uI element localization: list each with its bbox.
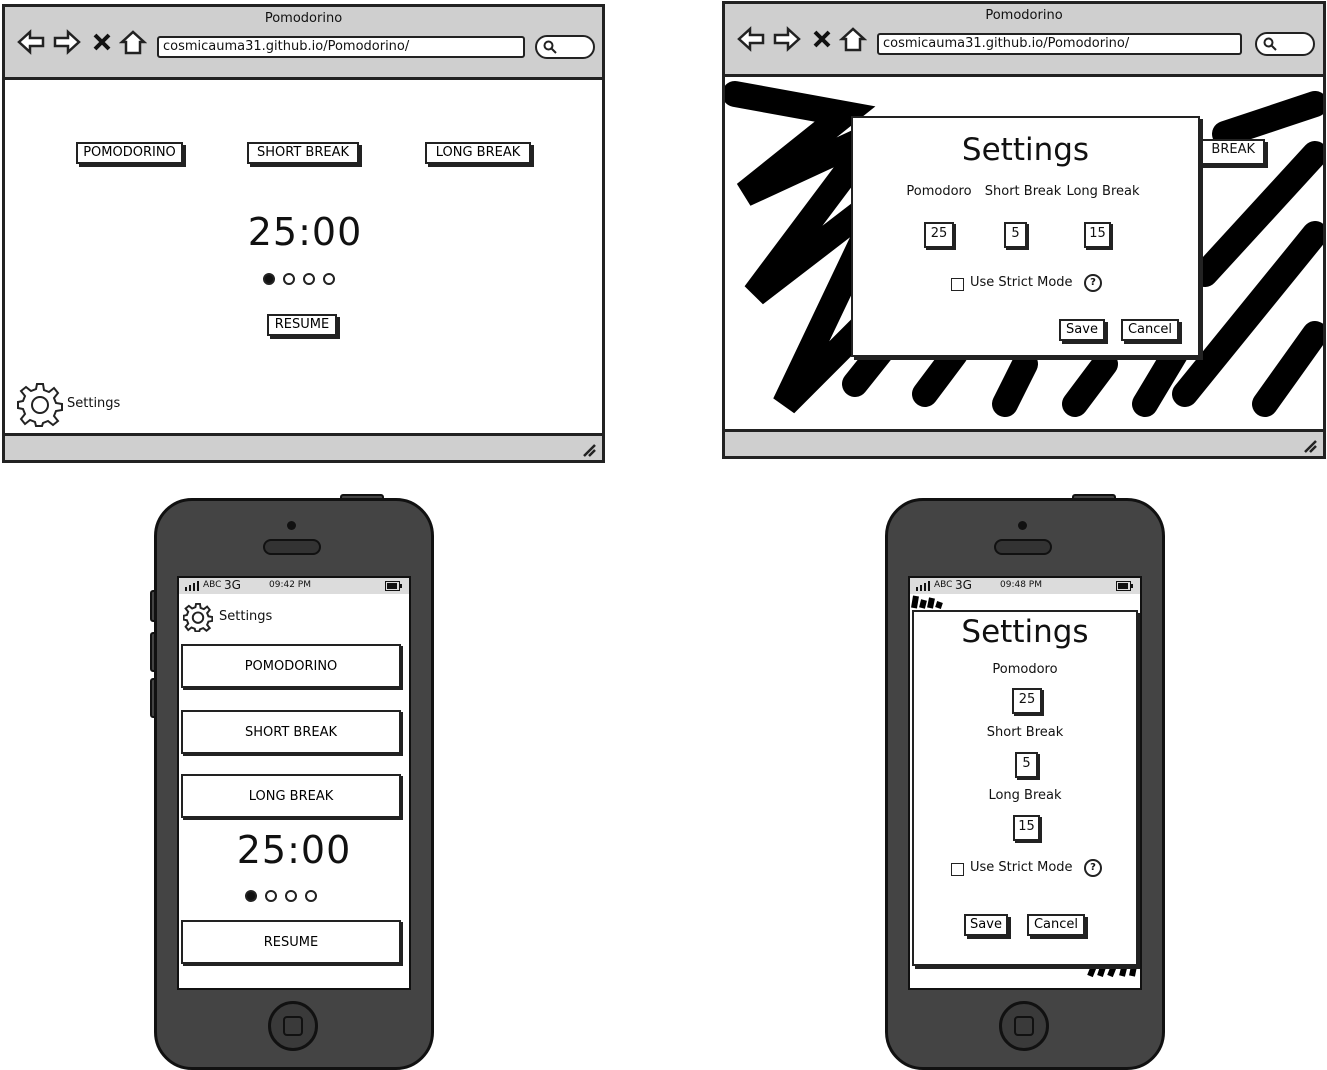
settings-dialog: Settings Pomodoro Short Break Long Break… [851,116,1200,357]
long-break-duration-label: Long Break [988,788,1062,803]
close-x-icon[interactable] [811,26,833,52]
short-break-duration-input[interactable]: 5 [1015,752,1038,778]
home-icon[interactable] [119,29,147,55]
strict-mode-label: Use Strict Mode [970,275,1073,290]
gear-icon [17,383,63,427]
search-icon [1263,37,1277,51]
long-break-duration-input[interactable]: 15 [1013,815,1040,841]
settings-dialog-title: Settings [961,614,1089,650]
short-break-duration-input[interactable]: 5 [1004,222,1027,248]
phone-screen-2: ABC 3G 09:48 PM Settings Pomodoro 25 Sho… [908,576,1142,990]
search-box[interactable] [1255,32,1315,56]
resize-grip-icon[interactable] [580,441,596,457]
pomodoro-duration-label: Pomodoro [992,662,1058,677]
search-box[interactable] [535,35,595,59]
forward-arrow-icon[interactable] [773,26,801,52]
browser-statusbar [5,433,602,460]
carrier-name: ABC [203,580,222,590]
window-title: Pomodorino [985,8,1063,23]
session-dot [283,273,295,285]
pomodoro-duration-label: Pomodoro [906,184,972,199]
session-dot [265,890,277,902]
home-icon[interactable] [839,26,867,52]
cancel-button[interactable]: Cancel [1027,914,1085,936]
mode-pomodoro-button[interactable]: POMODORINO [76,142,183,164]
cancel-button[interactable]: Cancel [1121,319,1179,341]
session-dot [323,273,335,285]
session-dot [305,890,317,902]
phone-device-1: ABC 3G 09:42 PM Settings POMODORINO SHOR… [154,498,434,1070]
phone-camera [287,521,296,530]
status-time: 09:42 PM [269,580,311,590]
browser-toolbar: Pomodorino cosmicauma31.github.io/Pomodo… [725,4,1323,77]
timer-display: 25:00 [236,828,352,872]
settings-link-label: Settings [219,609,273,624]
resize-grip-icon[interactable] [1301,437,1317,453]
strict-mode-label: Use Strict Mode [970,860,1073,875]
phone-device-2: ABC 3G 09:48 PM Settings Pomodoro 25 Sho… [885,498,1165,1070]
short-break-duration-label: Short Break [986,725,1064,740]
timer-display: 25:00 [247,210,363,254]
browser-statusbar [725,429,1323,456]
session-dot-complete [245,890,257,902]
session-dot [303,273,315,285]
session-dot-complete [263,273,275,285]
back-arrow-icon[interactable] [17,29,45,55]
url-bar[interactable]: cosmicauma31.github.io/Pomodorino/ [877,33,1242,55]
back-arrow-icon[interactable] [737,26,765,52]
forward-arrow-icon[interactable] [53,29,81,55]
network-type: 3G [224,578,241,592]
mode-long-break-button[interactable]: LONG BREAK [425,142,531,164]
mode-long-break-button[interactable]: LONG BREAK [181,774,401,818]
phone-screen-1: ABC 3G 09:42 PM Settings POMODORINO SHOR… [177,576,411,990]
url-bar[interactable]: cosmicauma31.github.io/Pomodorino/ [157,36,525,58]
settings-dialog: Settings Pomodoro 25 Short Break 5 Long … [912,610,1138,966]
session-dots [263,273,335,285]
pomodoro-duration-input[interactable]: 25 [924,222,954,248]
settings-dialog-title: Settings [961,132,1090,168]
mode-pomodoro-button[interactable]: POMODORINO [181,644,401,688]
close-x-icon[interactable] [91,29,113,55]
long-break-duration-label: Long Break [1066,184,1140,199]
resume-button[interactable]: RESUME [181,920,401,964]
session-dot [285,890,297,902]
save-button[interactable]: Save [964,914,1008,936]
search-icon [543,40,557,54]
strict-mode-checkbox[interactable] [951,863,964,876]
mode-long-break-button-obscured: BREAK [1195,139,1265,165]
pomodoro-duration-input[interactable]: 25 [1012,688,1042,714]
help-icon[interactable]: ? [1084,274,1102,292]
gear-icon [183,602,213,632]
settings-link[interactable]: Settings [183,602,283,632]
resume-button[interactable]: RESUME [267,314,337,336]
browser-toolbar: Pomodorino cosmicauma31.github.io/Pomodo… [5,7,602,80]
browser-window-settings: Pomodorino cosmicauma31.github.io/Pomodo… [722,1,1326,459]
long-break-duration-input[interactable]: 15 [1084,222,1111,248]
phone-camera [1018,521,1027,530]
settings-link-label: Settings [67,396,121,411]
ios-status-bar: ABC 3G 09:42 PM [179,578,409,594]
mode-short-break-button[interactable]: SHORT BREAK [181,710,401,754]
short-break-duration-label: Short Break [984,184,1062,199]
settings-link[interactable]: Settings [17,381,127,427]
phone-speaker [263,539,321,555]
strict-mode-checkbox[interactable] [951,278,964,291]
phone-home-button [268,1001,318,1051]
save-button[interactable]: Save [1059,319,1105,341]
session-dots [245,890,317,902]
battery-icon [385,581,402,591]
window-title: Pomodorino [264,11,343,26]
phone-home-button [999,1001,1049,1051]
signal-icon [185,581,199,591]
help-icon[interactable]: ? [1084,859,1102,877]
phone-speaker [994,539,1052,555]
mode-short-break-button[interactable]: SHORT BREAK [247,142,359,164]
browser-window-main: Pomodorino cosmicauma31.github.io/Pomodo… [2,4,605,463]
